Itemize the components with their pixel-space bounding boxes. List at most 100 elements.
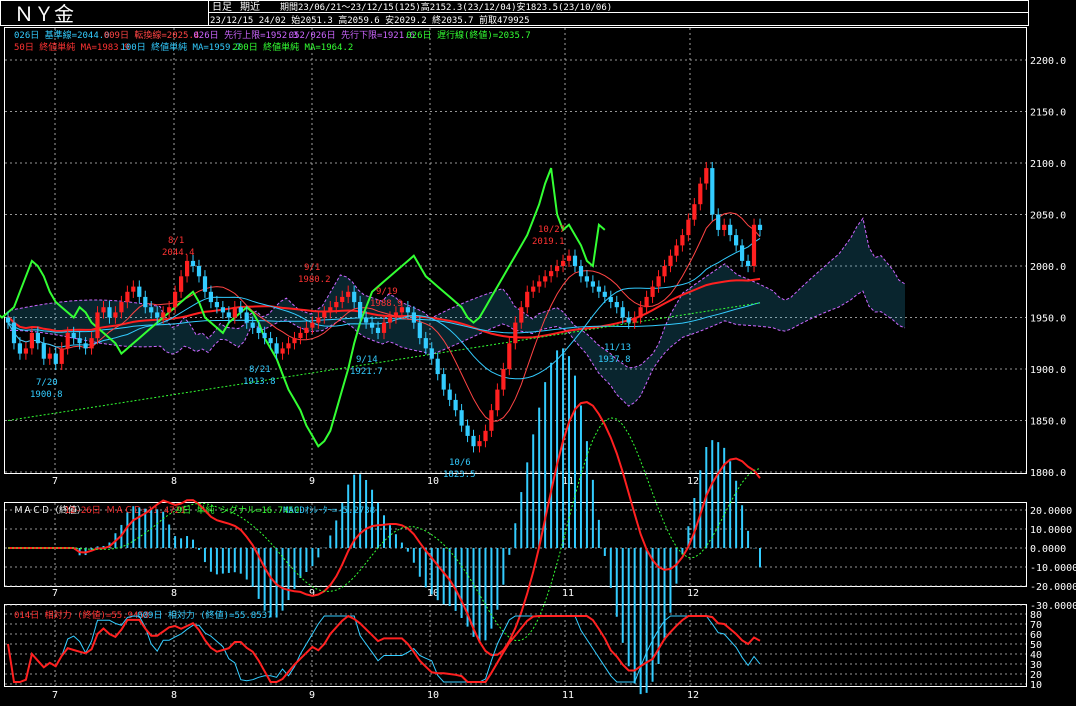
x-tick-label: 8 [171,588,177,599]
candle-body [316,317,321,323]
legend-entry: 026日 遅行線(終値)=2035.7 [406,29,530,41]
candle-body [489,410,494,431]
macd-tick-label: 0.0000 [1030,544,1066,555]
candle-body [208,291,213,303]
macd-tick-label: -20.0000 [1030,582,1076,593]
candle-body [710,168,715,215]
candle-body [107,307,112,318]
price-tick-label: 2150.0 [1030,108,1066,119]
x-tick-label: 9 [309,476,315,487]
x-tick-label: 12 [687,588,699,599]
x-tick-label: 7 [52,588,58,599]
background [0,0,1076,706]
candle-body [238,307,243,313]
candle-body [692,204,697,220]
candle-body [250,322,255,328]
x-tick-label: 7 [52,690,58,701]
candle-body [95,312,100,339]
annotation-value: 1980.2 [298,275,331,285]
candle-body [304,327,309,333]
candle-body [668,255,673,266]
candle-body [429,348,434,359]
annotation-date: 10/6 [449,458,471,468]
candle-body [310,322,315,328]
symbol-title: ＮＹ金 [14,2,74,26]
candle-body [35,332,40,344]
candle-body [471,435,476,447]
candle-body [417,322,422,339]
candle-body [393,312,398,318]
annotation-date: 8/21 [249,365,271,375]
legend-entry: 009日 転換線=2025.4 [104,29,200,41]
period-type: 日足 [212,1,232,13]
candle-body [549,271,554,277]
candle-body [566,255,572,261]
candle-body [531,286,536,292]
candle-body [453,399,458,411]
candle-body [751,224,757,266]
candle-body [375,327,381,333]
candle-body [513,322,518,344]
x-tick-label: 7 [52,476,58,487]
annotation-value: 1937.8 [598,355,631,365]
candle-body [286,343,291,349]
x-tick-label: 12 [687,690,699,701]
price-tick-label: 1900.0 [1030,365,1066,376]
annotation-value: 1988.9 [370,299,403,309]
candle-body [101,307,106,313]
candle-body [11,322,17,344]
price-tick-label: 1800.0 [1030,468,1066,479]
candle-body [459,410,464,426]
candle-body [626,317,631,323]
candle-body [746,260,751,266]
candle-body [561,260,566,266]
candle-body [525,291,530,308]
candle-body [220,307,225,313]
candle-body [328,307,333,313]
x-tick-label: 11 [562,690,574,701]
x-tick-label: 10 [427,690,439,701]
candle-body [346,291,351,297]
candle-body [757,224,763,230]
legend-entry: MACDｵｼﾚｰﾀｰ=-5.2738 [283,505,375,516]
candle-body [244,312,249,323]
candle-body [501,369,506,390]
candle-body [202,276,208,292]
annotation-date: 10/27 [538,225,565,235]
candle-body [137,286,142,297]
candle-body [602,291,607,297]
candle-body [155,312,160,318]
annotation-value: 1900.8 [30,390,63,400]
candle-body [29,332,34,349]
candle-body [447,389,452,400]
candle-body [435,358,440,375]
macd-tick-label: -10.0000 [1030,563,1076,574]
candle-body [387,317,393,323]
legend-entry: 026日 基準線=2044.0 [14,29,110,41]
candle-body [704,168,709,184]
candle-body [358,302,363,318]
candle-body [381,322,387,333]
candle-body [131,286,136,292]
annotation-value: 1921.7 [350,367,383,377]
candle-body [17,343,22,354]
candle-body [53,353,58,364]
candle-body [405,307,410,313]
candle-body [441,374,446,390]
candle-body [465,425,470,436]
candle-body [149,307,154,313]
legend-entry: 009日 相対力 (終値)=55.8537 [137,609,272,621]
candle-body [364,317,369,323]
candle-body [734,235,739,246]
candle-body [477,441,482,447]
candle-body [638,307,643,318]
candle-body [495,389,500,411]
candle-body [256,327,261,333]
legend-entry: 9日 単純 シグナル=16.7459 [177,504,300,516]
annotation-date: 9/1 [304,263,320,273]
candle-body [214,302,219,308]
candle-body [173,291,178,308]
x-tick-label: 8 [171,476,177,487]
candle-body [196,266,202,277]
candle-body [143,296,148,308]
